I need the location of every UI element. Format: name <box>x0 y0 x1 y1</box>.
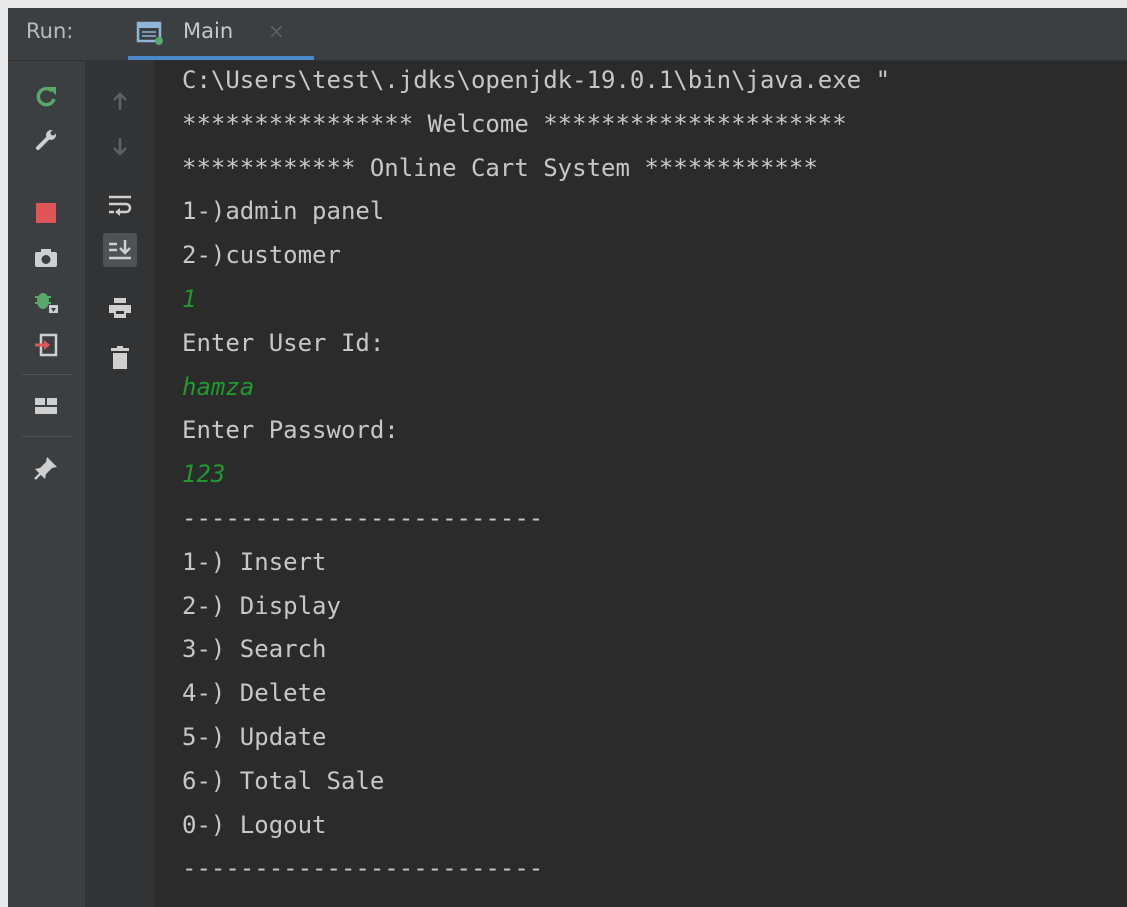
console-user-input: 1 <box>182 285 197 313</box>
console-output-line: ------------------------- <box>182 504 544 532</box>
run-header-bar: Run: Main × <box>8 8 1127 61</box>
console-output-line: C:\Users\test\.jdks\openjdk-19.0.1\bin\j… <box>182 66 891 94</box>
pin-icon[interactable] <box>29 451 63 485</box>
console-output-line: 2-) Display <box>182 591 341 620</box>
print-icon[interactable] <box>103 291 137 325</box>
arrow-down-icon[interactable] <box>103 130 137 164</box>
run-label: Run: <box>26 19 74 43</box>
console-user-input: hamza <box>182 372 255 401</box>
run-actions-toolbar <box>8 61 86 907</box>
stop-icon[interactable] <box>29 196 63 230</box>
console-output-line: 4-) Delete <box>182 679 327 708</box>
console-output-line: 0-) Logout <box>182 810 327 839</box>
console-output-line: ************ Online Cart System ********… <box>182 153 818 182</box>
console-output-line: Enter Password: <box>182 416 399 445</box>
camera-icon[interactable] <box>29 241 63 275</box>
trash-icon[interactable] <box>103 341 137 375</box>
console-window-icon <box>136 20 164 50</box>
console-output-line: 1-) Insert <box>182 547 327 576</box>
arrow-up-icon[interactable] <box>103 84 137 118</box>
console-output-line: 2-)customer <box>182 241 341 270</box>
toolbar-separator <box>22 436 72 437</box>
exit-icon[interactable] <box>29 328 63 362</box>
debug-bug-icon[interactable] <box>29 284 63 318</box>
layout-icon[interactable] <box>29 389 63 423</box>
console-output-line: ------------------------- <box>182 854 544 883</box>
run-tool-window: Run: Main × C:\Users\test\.jdks\openjdk-… <box>8 8 1127 907</box>
close-icon[interactable]: × <box>268 19 285 43</box>
rerun-icon[interactable] <box>29 80 63 114</box>
tab-main[interactable]: Main × <box>128 8 314 60</box>
console-output-line: **************** Welcome ***************… <box>182 109 847 138</box>
toolbar-separator <box>22 374 72 375</box>
console-user-input: 123 <box>182 460 226 489</box>
active-tab-indicator <box>128 56 314 60</box>
console-output-line: 6-) Total Sale <box>182 766 385 795</box>
console-output[interactable]: C:\Users\test\.jdks\openjdk-19.0.1\bin\j… <box>155 61 1127 907</box>
console-output-line: 5-) Update <box>182 723 327 751</box>
console-output-line: 3-) Search <box>182 635 327 664</box>
wrench-icon[interactable] <box>29 123 63 157</box>
tab-main-label: Main <box>183 19 234 43</box>
soft-wrap-icon[interactable] <box>103 188 137 222</box>
console-actions-toolbar <box>86 61 154 907</box>
console-output-line: Enter User Id: <box>182 328 385 357</box>
scroll-to-end-icon[interactable] <box>103 233 137 267</box>
console-output-line: 1-)admin panel <box>182 197 385 226</box>
